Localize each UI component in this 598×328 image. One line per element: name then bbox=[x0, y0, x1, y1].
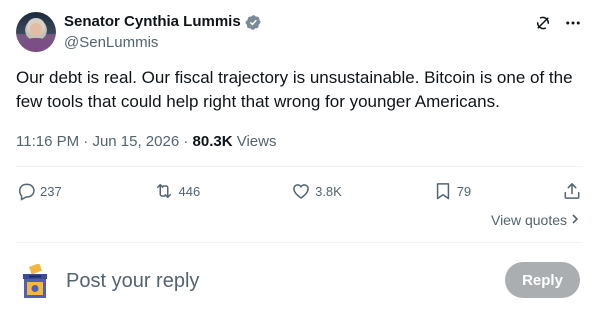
reply-count: 237 bbox=[40, 183, 62, 199]
view-quotes-label[interactable]: View quotes bbox=[491, 212, 567, 228]
divider-top bbox=[16, 166, 582, 167]
repost-icon[interactable] bbox=[153, 181, 175, 201]
top-icons bbox=[534, 14, 582, 32]
reply-action[interactable]: 237 bbox=[16, 181, 62, 201]
chevron-right-icon bbox=[570, 212, 580, 228]
reply-composer: Post your reply Reply bbox=[16, 258, 580, 302]
tweet-date[interactable]: Jun 15, 2026 bbox=[92, 133, 179, 150]
views-label: Views bbox=[236, 133, 277, 150]
views-count: 80.3K bbox=[192, 133, 233, 150]
more-icon[interactable] bbox=[564, 14, 582, 32]
grok-icon[interactable] bbox=[534, 14, 552, 32]
repost-count: 446 bbox=[178, 183, 201, 199]
like-icon[interactable] bbox=[291, 181, 311, 201]
author-display-name[interactable]: Senator Cynthia Lummis bbox=[64, 12, 262, 32]
bookmark-icon[interactable] bbox=[433, 181, 453, 201]
verified-icon[interactable] bbox=[245, 14, 262, 31]
display-name-text[interactable]: Senator Cynthia Lummis bbox=[64, 12, 241, 32]
reply-input[interactable]: Post your reply bbox=[66, 269, 199, 293]
tweet-text: Our debt is real. Our fiscal trajectory … bbox=[16, 68, 573, 111]
bookmark-count: 79 bbox=[456, 183, 472, 199]
like-action[interactable]: 3.8K bbox=[291, 181, 342, 201]
share-action[interactable] bbox=[562, 181, 582, 201]
author-avatar[interactable] bbox=[16, 12, 56, 52]
divider-bottom bbox=[16, 242, 582, 243]
tweet-header: Senator Cynthia Lummis @SenLummis bbox=[16, 12, 582, 54]
meta-separator: · bbox=[179, 133, 193, 150]
like-count: 3.8K bbox=[315, 183, 342, 199]
author-handle[interactable]: @SenLummis bbox=[64, 33, 262, 53]
meta-separator: · bbox=[79, 133, 93, 150]
bookmark-action[interactable]: 79 bbox=[433, 181, 471, 201]
reply-icon[interactable] bbox=[16, 181, 36, 201]
author-names: Senator Cynthia Lummis @SenLummis bbox=[64, 12, 262, 53]
view-quotes-link[interactable]: View quotes bbox=[491, 212, 580, 228]
ballot-box-icon bbox=[20, 263, 50, 300]
repost-action[interactable]: 446 bbox=[153, 181, 201, 201]
tweet-time[interactable]: 11:16 PM bbox=[16, 133, 79, 150]
share-icon[interactable] bbox=[562, 181, 582, 201]
action-bar: 237 446 3.8K 79 bbox=[16, 176, 582, 206]
reply-button[interactable]: Reply bbox=[505, 262, 580, 298]
tweet-meta: 11:16 PM · Jun 15, 2026 · 80.3K Views bbox=[16, 132, 276, 152]
